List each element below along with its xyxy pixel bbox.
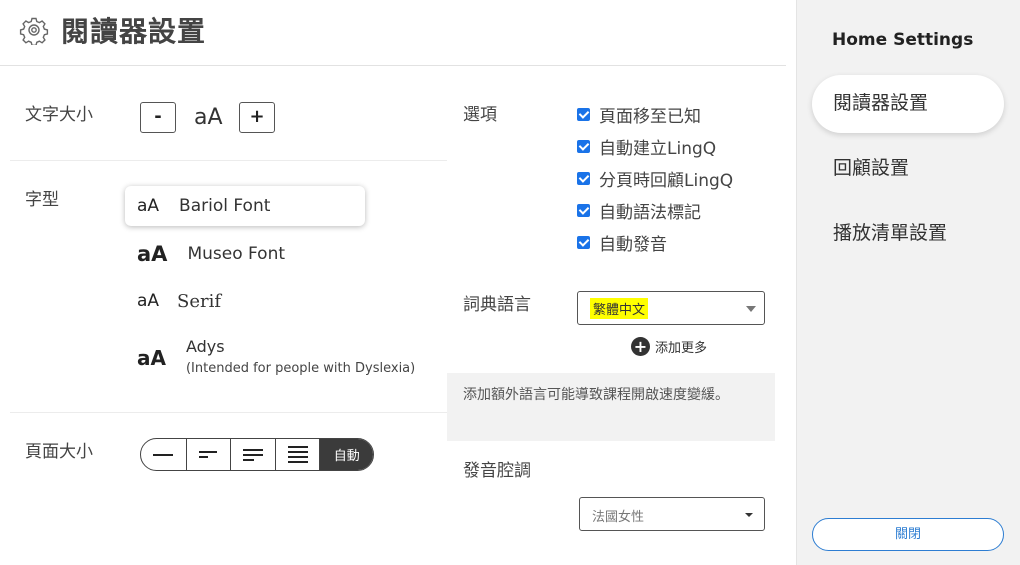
font-note: (Intended for people with Dyslexia) bbox=[185, 361, 416, 376]
options-label: 選項 bbox=[463, 105, 497, 125]
checkbox[interactable] bbox=[577, 204, 590, 217]
divider bbox=[10, 160, 447, 161]
font-sample: aA bbox=[137, 346, 166, 370]
checkbox[interactable] bbox=[577, 108, 590, 121]
page-size-medium[interactable] bbox=[231, 439, 276, 470]
add-more-languages-button[interactable]: + 添加更多 bbox=[631, 337, 707, 356]
chevron-down-icon bbox=[746, 306, 756, 312]
page-size-label: 頁面大小 bbox=[25, 442, 93, 462]
checkbox[interactable] bbox=[577, 236, 590, 249]
checkbox[interactable] bbox=[577, 140, 590, 153]
font-sample: aA bbox=[137, 242, 168, 266]
option-label: 自動發音 bbox=[599, 235, 667, 255]
option-auto-pronounce[interactable]: 自動發音 bbox=[577, 230, 667, 255]
font-sample: aA bbox=[137, 291, 160, 311]
increase-text-size-button[interactable]: + bbox=[239, 102, 275, 133]
font-label: 字型 bbox=[25, 190, 59, 210]
page-size-narrowest[interactable] bbox=[141, 439, 187, 470]
plus-icon: + bbox=[631, 337, 650, 356]
page-size-selector: 自動 bbox=[140, 438, 374, 471]
sidebar-item-playlist-settings[interactable]: 播放清單設置 bbox=[812, 205, 1004, 263]
font-sample: aA bbox=[137, 196, 160, 216]
add-more-label: 添加更多 bbox=[655, 341, 708, 356]
dictionary-language-label: 詞典語言 bbox=[463, 295, 531, 315]
accent-value: 法國女性 bbox=[592, 510, 645, 525]
accent-select[interactable]: 法國女性 bbox=[579, 497, 765, 531]
option-review-lingq-on-page[interactable]: 分頁時回顧LingQ bbox=[577, 166, 733, 191]
sidebar-item-reader-settings[interactable]: 閱讀器設置 bbox=[812, 75, 1004, 133]
font-name: Museo Font bbox=[187, 244, 286, 264]
page-size-auto[interactable]: 自動 bbox=[320, 439, 373, 470]
sidebar-item-review-settings[interactable]: 回顧設置 bbox=[812, 140, 1004, 198]
font-name: Serif bbox=[177, 290, 222, 312]
page-size-narrow[interactable] bbox=[187, 439, 232, 470]
language-warning-note: 添加額外語言可能導致課程開啟速度變緩。 bbox=[447, 373, 775, 441]
option-label: 頁面移至已知 bbox=[599, 107, 701, 127]
gear-icon bbox=[19, 17, 49, 45]
font-option-serif[interactable]: aA Serif bbox=[137, 289, 221, 313]
font-name: Adys bbox=[185, 337, 225, 356]
option-auto-create-lingq[interactable]: 自動建立LingQ bbox=[577, 134, 716, 159]
page-size-wide[interactable] bbox=[276, 439, 321, 470]
text-size-sample: aA bbox=[194, 105, 223, 130]
font-option-adys[interactable]: aA Adys (Intended for people with Dyslex… bbox=[137, 334, 415, 382]
page-header: 閱讀器設置 bbox=[0, 0, 786, 66]
option-auto-grammar-tag[interactable]: 自動語法標記 bbox=[577, 198, 701, 223]
close-button[interactable]: 關閉 bbox=[812, 518, 1004, 551]
option-label: 分頁時回顧LingQ bbox=[599, 171, 734, 191]
option-page-move-known[interactable]: 頁面移至已知 bbox=[577, 102, 701, 127]
option-label: 自動建立LingQ bbox=[599, 139, 717, 159]
font-option-bariol[interactable]: aA Bariol Font bbox=[125, 186, 365, 226]
text-size-label: 文字大小 bbox=[25, 105, 93, 125]
dictionary-language-value: 繁體中文 bbox=[590, 298, 649, 319]
page-title: 閱讀器設置 bbox=[61, 15, 207, 48]
settings-sidebar: Home Settings 閱讀器設置 回顧設置 播放清單設置 關閉 bbox=[796, 0, 1020, 565]
font-option-museo[interactable]: aA Museo Font bbox=[137, 240, 285, 268]
chevron-down-icon bbox=[745, 513, 753, 517]
sidebar-title: Home Settings bbox=[832, 30, 974, 50]
accent-label: 發音腔調 bbox=[463, 461, 531, 481]
checkbox[interactable] bbox=[577, 172, 590, 185]
divider bbox=[10, 412, 447, 413]
dictionary-language-select[interactable]: 繁體中文 bbox=[577, 291, 765, 325]
decrease-text-size-button[interactable]: - bbox=[140, 102, 176, 133]
font-name: Bariol Font bbox=[179, 196, 271, 216]
option-label: 自動語法標記 bbox=[599, 203, 701, 223]
